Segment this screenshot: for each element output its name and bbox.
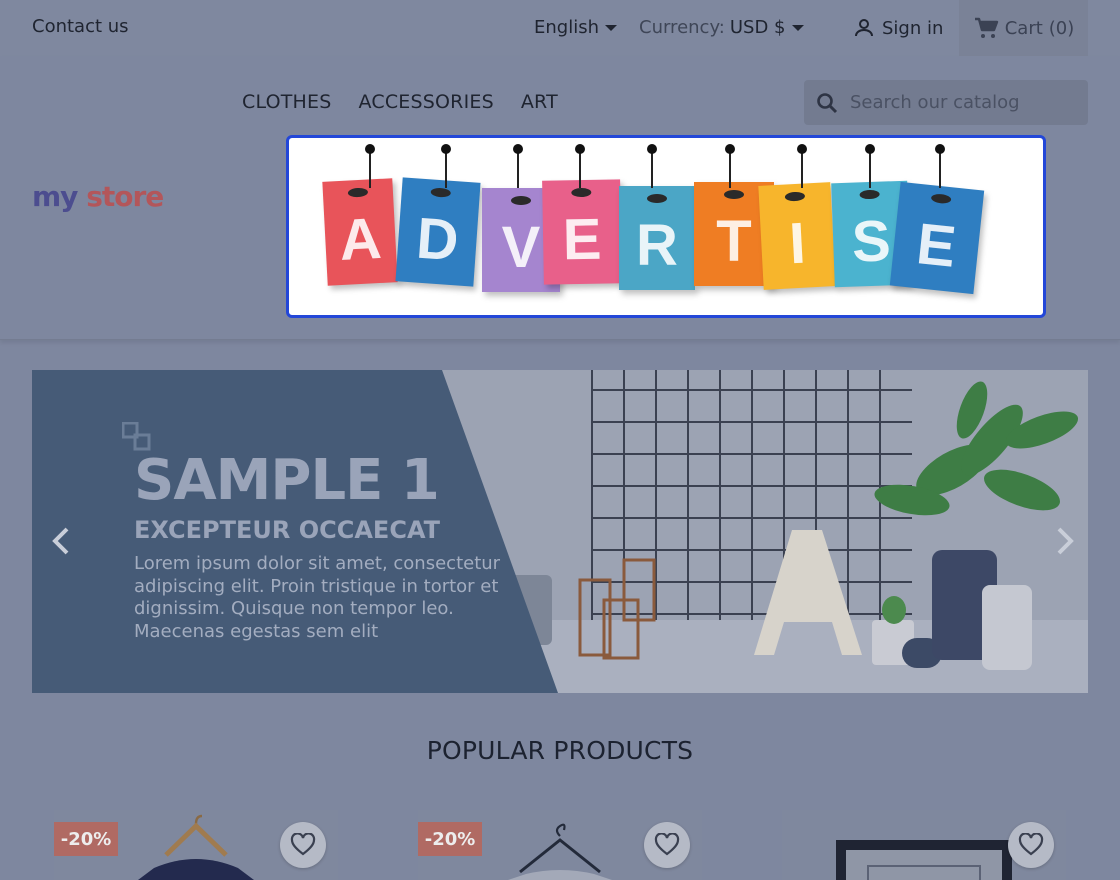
contact-us-link[interactable]: Contact us: [32, 16, 129, 37]
wishlist-button[interactable]: [280, 822, 326, 868]
currency-selector[interactable]: Currency: USD $: [639, 17, 804, 38]
pin-icon: [797, 144, 807, 188]
search-widget: [804, 80, 1088, 125]
pin-icon: [365, 144, 375, 188]
slide-subtitle: EXCEPTEUR OCCAECAT: [134, 516, 441, 544]
language-label: English: [534, 17, 599, 38]
homepage-slider: SAMPLE 1 EXCEPTEUR OCCAECAT Lorem ipsum …: [32, 370, 1088, 693]
discount-badge: -20%: [54, 822, 118, 856]
banner-letter-tag: E: [889, 181, 985, 295]
banner-letter-tag: E: [542, 179, 622, 285]
top-nav: Contact us English Currency: USD $ Sign …: [0, 0, 1120, 56]
chevron-down-icon: [605, 24, 617, 31]
main-menu: CLOTHES ACCESSORIES ART: [242, 91, 558, 113]
logo-text-my: my: [32, 180, 78, 213]
chevron-right-icon[interactable]: [1054, 524, 1076, 558]
menu-item-art[interactable]: ART: [521, 91, 558, 113]
popular-products-heading: POPULAR PRODUCTS: [426, 736, 694, 765]
sign-in-label: Sign in: [882, 17, 944, 39]
wishlist-button[interactable]: [1008, 822, 1054, 868]
chevron-left-icon[interactable]: [50, 524, 72, 558]
heart-icon: [290, 833, 316, 856]
heart-icon: [1018, 833, 1044, 856]
banner-letter-tag: D: [395, 177, 481, 287]
currency-label: Currency:: [639, 17, 725, 38]
pin-icon: [513, 144, 523, 188]
banner-letter-tag: A: [322, 178, 398, 286]
cart-label: Cart: [1004, 17, 1043, 39]
pin-icon: [575, 144, 585, 188]
pin-icon: [647, 144, 657, 188]
product-card[interactable]: -20%: [418, 810, 702, 880]
slide-description: Lorem ipsum dolor sit amet, consectetur …: [134, 553, 501, 642]
logo-text-store: store: [86, 180, 164, 213]
cart-count: (0): [1048, 17, 1075, 39]
product-card[interactable]: -20%: [54, 810, 338, 880]
store-logo[interactable]: my store: [32, 180, 164, 213]
sign-in-link[interactable]: Sign in: [852, 16, 943, 40]
site-header: my store CLOTHES ACCESSORIES ART A D V E…: [0, 56, 1120, 340]
product-card[interactable]: [782, 810, 1066, 880]
heart-icon: [654, 833, 680, 856]
menu-item-clothes[interactable]: CLOTHES: [242, 91, 332, 113]
currency-value: USD $: [729, 17, 786, 38]
search-input[interactable]: [850, 92, 1070, 113]
banner-letter-tag: I: [758, 182, 836, 290]
chevron-down-icon: [791, 24, 804, 31]
cart-button[interactable]: Cart (0): [959, 0, 1088, 56]
slide-title: SAMPLE 1: [134, 448, 440, 513]
pin-icon: [725, 144, 735, 188]
banner-letter-tag: R: [619, 186, 695, 290]
pin-icon: [441, 144, 451, 188]
advertise-banner[interactable]: A D V E R T I S E: [286, 135, 1046, 318]
language-selector[interactable]: English: [534, 17, 617, 38]
cart-icon: [974, 17, 998, 38]
menu-item-accessories[interactable]: ACCESSORIES: [359, 91, 494, 113]
pin-icon: [865, 144, 875, 188]
pin-icon: [935, 144, 945, 188]
discount-badge: -20%: [418, 822, 482, 856]
user-icon: [855, 19, 873, 37]
search-icon[interactable]: [816, 92, 838, 114]
wishlist-button[interactable]: [644, 822, 690, 868]
